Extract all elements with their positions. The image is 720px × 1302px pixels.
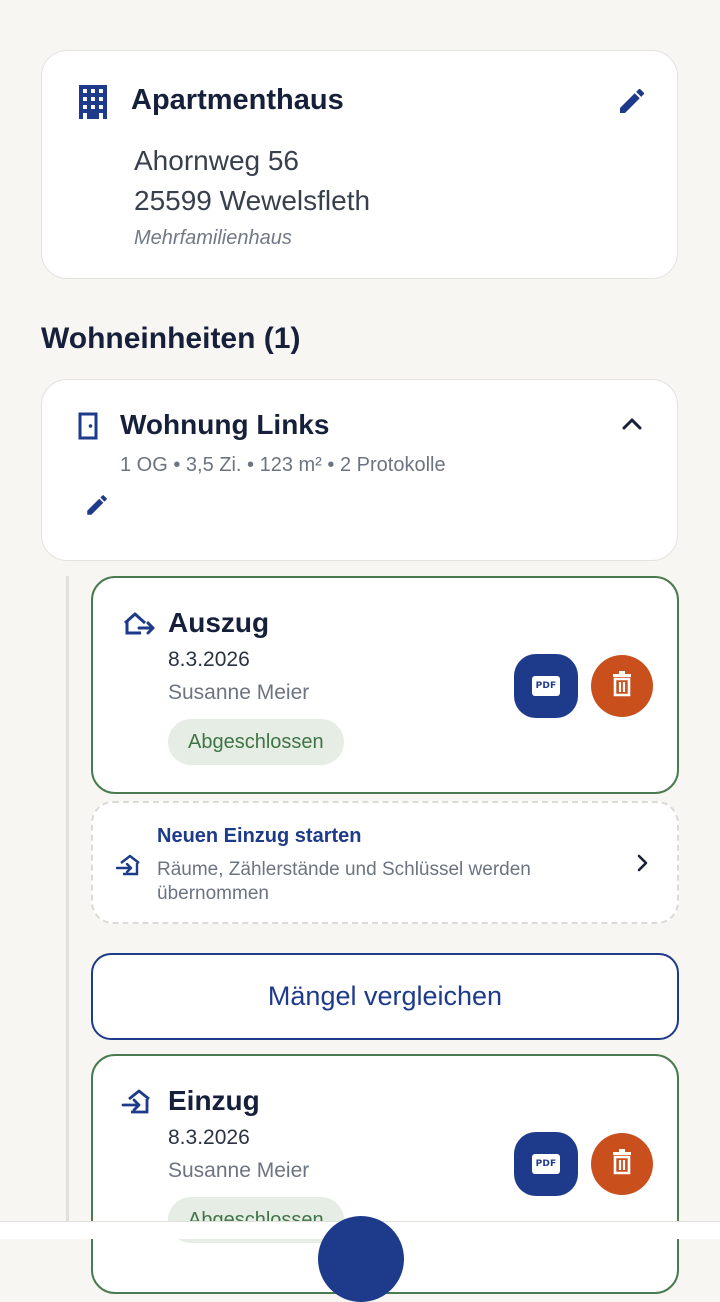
- property-type: Mehrfamilienhaus: [134, 227, 292, 249]
- protocol-date: 8.3.2026: [168, 1126, 250, 1149]
- start-move-in-subtitle: Räume, Zählerstände und Schlüssel werden…: [157, 859, 531, 904]
- pdf-button[interactable]: PDF: [514, 654, 578, 718]
- start-move-in-card[interactable]: Neuen Einzug starten Räume, Zählerstände…: [91, 801, 679, 924]
- unit-card[interactable]: Wohnung Links 1 OG • 3,5 Zi. • 123 m² • …: [41, 379, 678, 561]
- door-icon: [78, 412, 98, 445]
- chevron-right-icon: [636, 853, 650, 878]
- edit-property-icon[interactable]: [616, 85, 648, 122]
- protocol-title: Auszug: [168, 607, 270, 638]
- delete-button[interactable]: [591, 1133, 653, 1195]
- delete-button[interactable]: [591, 655, 653, 717]
- chevron-up-icon[interactable]: [621, 416, 643, 437]
- unit-meta: 1 OG • 3,5 Zi. • 123 m² • 2 Protokolle: [120, 454, 446, 476]
- protocol-author: Susanne Meier: [168, 681, 310, 704]
- move-in-icon: [115, 853, 143, 882]
- status-badge: Abgeschlossen: [168, 719, 344, 765]
- pdf-icon: PDF: [531, 676, 561, 696]
- property-city: 25599 Wewelsfleth: [134, 185, 371, 216]
- move-in-icon: [121, 1087, 153, 1120]
- protocol-date: 8.3.2026: [168, 648, 250, 671]
- add-fab-button[interactable]: [318, 1216, 404, 1302]
- property-card: Apartmenthaus Ahornweg 56 25599 Wewelsfl…: [41, 50, 678, 279]
- units-section-title: Wohneinheiten (1): [41, 322, 301, 355]
- timeline-line: [66, 576, 69, 1226]
- pdf-button[interactable]: PDF: [514, 1132, 578, 1196]
- protocol-author: Susanne Meier: [168, 1159, 310, 1182]
- compare-defects-button[interactable]: Mängel vergleichen: [91, 953, 679, 1040]
- property-title: Apartmenthaus: [131, 84, 344, 116]
- protocol-title: Einzug: [168, 1085, 260, 1116]
- property-street: Ahornweg 56: [134, 145, 300, 176]
- building-icon: [78, 84, 108, 125]
- move-out-icon: [121, 609, 157, 642]
- pdf-icon: PDF: [531, 1154, 561, 1174]
- unit-title: Wohnung Links: [120, 409, 330, 440]
- edit-unit-icon[interactable]: [84, 492, 110, 523]
- trash-icon: [611, 670, 633, 702]
- start-move-in-title: Neuen Einzug starten: [157, 825, 362, 847]
- protocol-card-auszug[interactable]: Auszug 8.3.2026 Susanne Meier Abgeschlos…: [91, 576, 679, 794]
- trash-icon: [611, 1148, 633, 1180]
